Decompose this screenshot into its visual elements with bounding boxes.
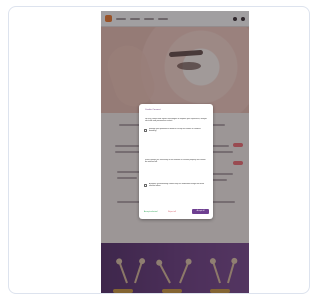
accept-all-button[interactable]: Accept all [192, 209, 209, 214]
cookie-consent-modal: Cookie Consent We use cookies and simila… [139, 104, 213, 219]
modal-paragraph-1: We use cookies and similar technologies … [145, 118, 207, 123]
modal-title: Cookie Consent [145, 109, 161, 111]
modal-checkbox-1[interactable] [144, 129, 147, 132]
accept-selected-link[interactable]: Accept selected [144, 211, 157, 213]
reject-all-link[interactable]: Reject all [168, 211, 176, 213]
screenshot-card: Cookie Consent We use cookies and simila… [8, 6, 310, 294]
modal-paragraph-2: Manage your preferences below or accept … [149, 128, 201, 133]
modal-paragraph-4: Analytics and marketing cookies help us … [149, 183, 205, 188]
modal-checkbox-2[interactable] [144, 184, 147, 187]
modal-paragraph-3: Some cookies are necessary for the websi… [145, 159, 206, 164]
